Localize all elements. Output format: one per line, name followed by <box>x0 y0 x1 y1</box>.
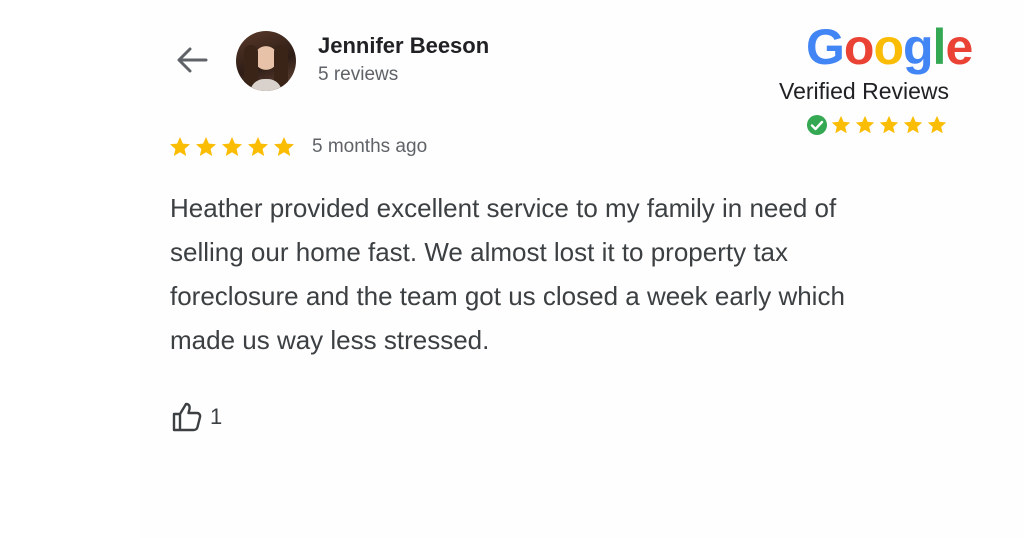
star-icon <box>274 137 294 156</box>
rating-stars <box>168 135 296 159</box>
avatar[interactable] <box>236 31 296 91</box>
google-logo-letter: G <box>806 19 845 75</box>
badge-rating-row <box>806 114 948 136</box>
check-circle-icon <box>807 115 827 135</box>
star-icon <box>855 115 875 134</box>
review-time: 5 months ago <box>312 136 428 157</box>
back-button[interactable] <box>172 40 212 80</box>
star-icon <box>903 115 923 134</box>
google-logo-letter: l <box>932 19 947 75</box>
reviewer-review-count: 5 reviews <box>318 64 399 85</box>
google-logo-letter: o <box>873 19 904 75</box>
review-text: Heather provided excellent service to my… <box>170 193 845 355</box>
google-logo-letter: g <box>903 19 934 75</box>
like-button[interactable]: 1 <box>170 400 222 434</box>
star-icon <box>927 115 947 134</box>
star-icon <box>248 137 268 156</box>
verified-reviews-label: Verified Reviews <box>779 78 950 104</box>
star-icon <box>879 115 899 134</box>
arrow-left-icon <box>177 47 208 73</box>
google-logo-letter: o <box>843 19 875 75</box>
google-verified-badge: Google Verified Reviews <box>770 18 1000 148</box>
star-icon <box>222 137 242 156</box>
reviewer-name[interactable]: Jennifer Beeson <box>318 33 489 59</box>
like-count: 1 <box>210 404 223 429</box>
star-icon <box>170 137 190 156</box>
star-icon <box>831 115 851 134</box>
thumbs-up-icon <box>172 402 202 432</box>
star-icon <box>196 137 216 156</box>
google-logo: Google <box>806 18 973 76</box>
google-logo-letter: e <box>945 19 973 75</box>
